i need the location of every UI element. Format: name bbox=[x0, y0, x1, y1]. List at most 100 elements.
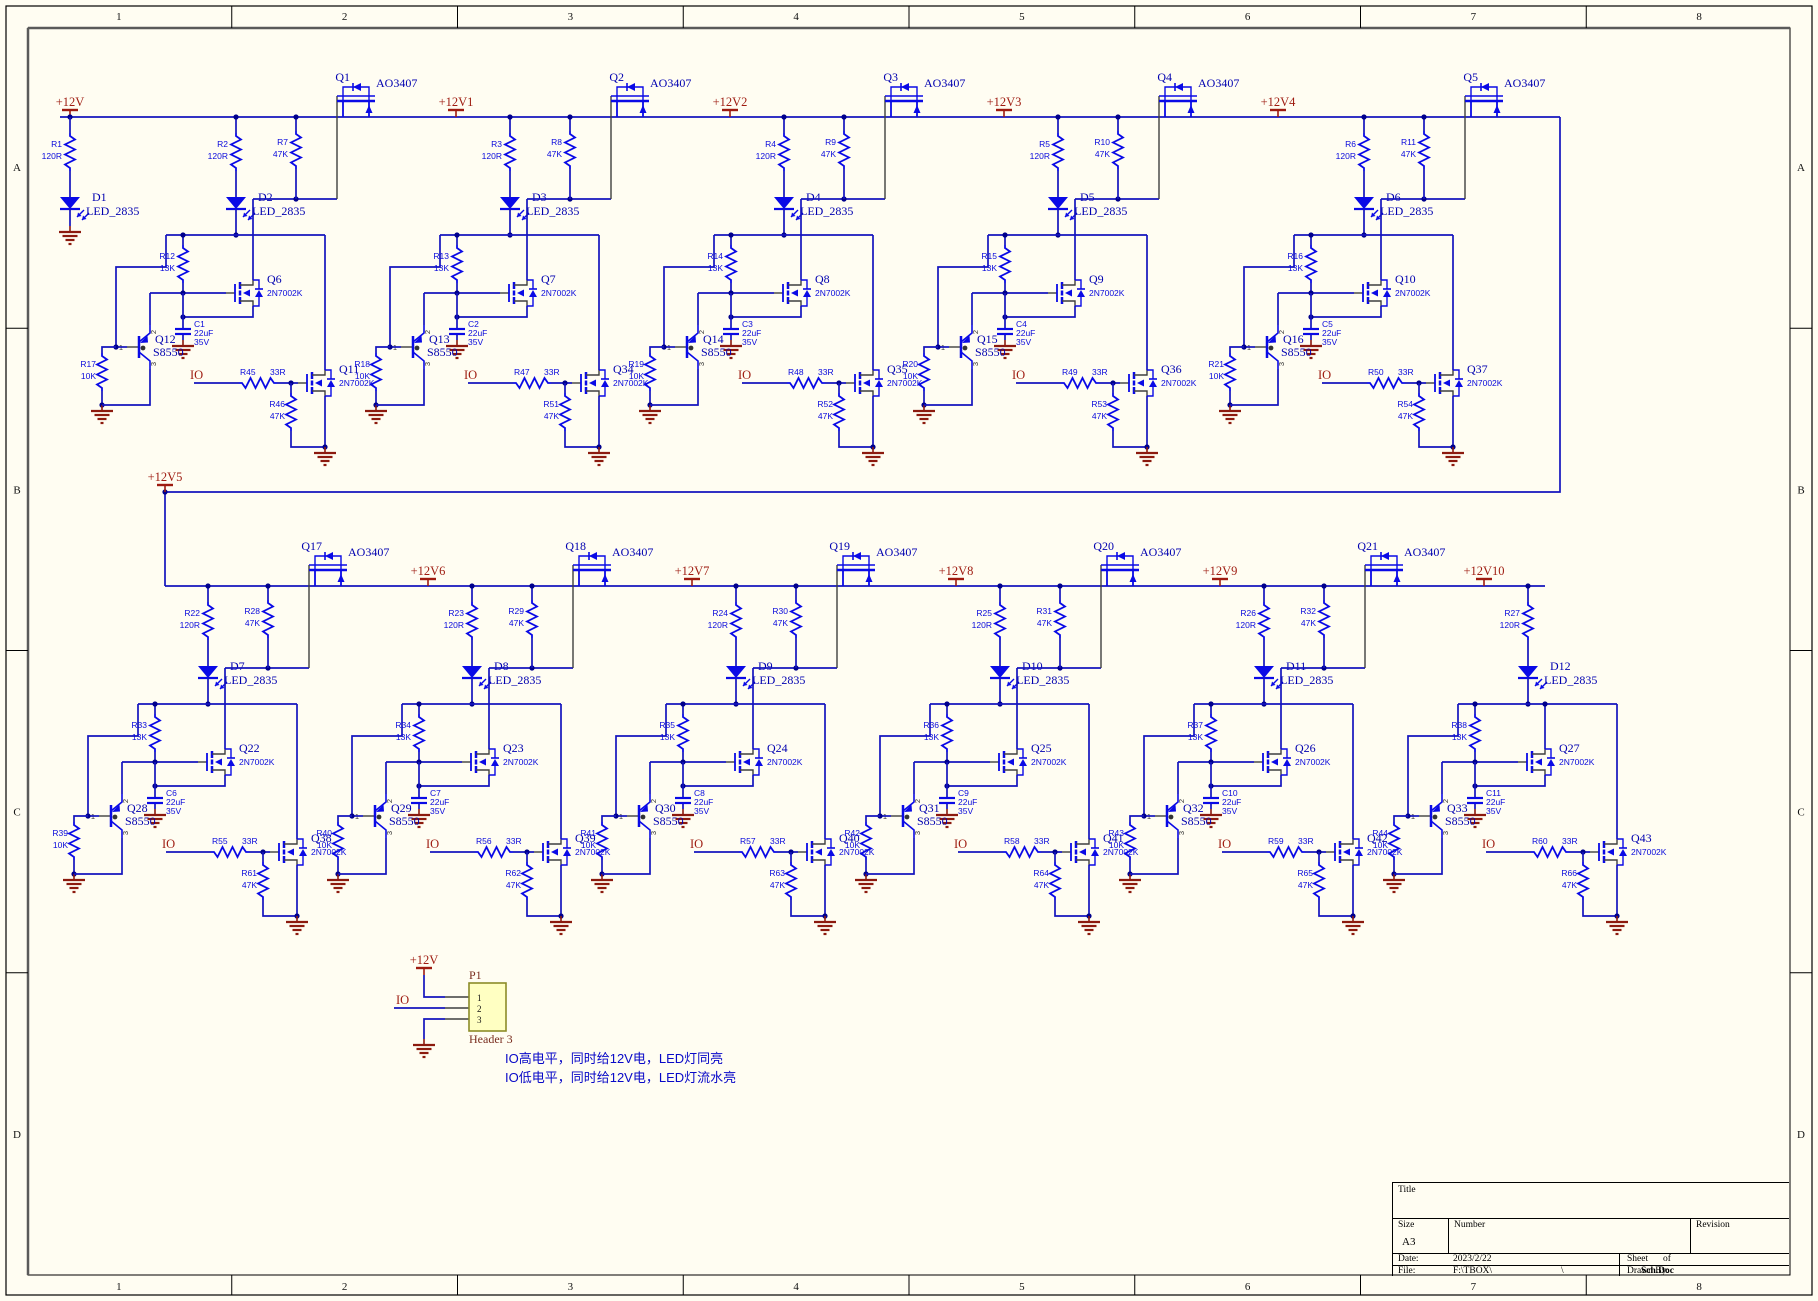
nmos-transistor[interactable]: Q242N7002K bbox=[726, 741, 803, 775]
ground-symbol[interactable] bbox=[588, 447, 610, 465]
nmos-transistor[interactable]: Q82N7002K bbox=[774, 272, 851, 306]
ground-symbol[interactable] bbox=[63, 874, 85, 892]
ground-symbol[interactable] bbox=[862, 447, 884, 465]
ground-symbol[interactable] bbox=[913, 405, 935, 423]
ground-symbol[interactable] bbox=[1219, 405, 1241, 423]
ground-symbol[interactable] bbox=[59, 226, 81, 244]
nmos-transistor[interactable]: Q102N7002K bbox=[1354, 272, 1431, 306]
led[interactable]: D9LED_2835 bbox=[726, 659, 805, 689]
capacitor[interactable]: C222uF35V bbox=[449, 319, 487, 347]
net-label-io[interactable]: IO bbox=[1012, 368, 1025, 382]
power-net-flag[interactable]: +12V6 bbox=[411, 564, 446, 586]
net-label-io[interactable]: IO bbox=[1482, 837, 1495, 851]
ground-symbol[interactable] bbox=[1442, 447, 1464, 465]
pnp-transistor[interactable]: 123Q14S8550 bbox=[667, 325, 732, 369]
net-label-io[interactable]: IO bbox=[464, 368, 477, 382]
nmos-transistor[interactable]: Q252N7002K bbox=[990, 741, 1067, 775]
capacitor[interactable]: C522uF35V bbox=[1303, 319, 1341, 347]
power-net-flag[interactable]: +12V8 bbox=[939, 564, 974, 586]
net-label-io[interactable]: IO bbox=[738, 368, 751, 382]
ground-symbol[interactable] bbox=[327, 874, 349, 892]
ground-symbol[interactable] bbox=[855, 874, 877, 892]
pnp-transistor[interactable]: 123Q31S8550 bbox=[883, 794, 948, 838]
ground-symbol[interactable] bbox=[1078, 916, 1100, 934]
ground-symbol[interactable] bbox=[639, 405, 661, 423]
schematic-sheet[interactable]: 1122334455667788AABBCCDD+12V+12V5R1120RD… bbox=[0, 0, 1818, 1301]
led[interactable]: D3LED_2835 bbox=[500, 190, 579, 220]
capacitor[interactable]: C722uF35V bbox=[411, 788, 449, 816]
nmos-transistor[interactable]: Q62N7002K bbox=[226, 272, 303, 306]
capacitor[interactable]: C422uF35V bbox=[997, 319, 1035, 347]
nmos-transistor[interactable]: Q232N7002K bbox=[462, 741, 539, 775]
capacitor[interactable]: C1022uF35V bbox=[1203, 788, 1241, 816]
capacitor[interactable]: C622uF35V bbox=[147, 788, 185, 816]
pnp-transistor[interactable]: 123Q29S8550 bbox=[355, 794, 420, 838]
power-net-flag[interactable]: +12V4 bbox=[1261, 95, 1297, 117]
pmos-transistor[interactable]: Q20AO3407 bbox=[1093, 539, 1181, 586]
power-net-flag[interactable]: +12V bbox=[56, 95, 85, 117]
nmos-transistor[interactable]: Q422N7002K bbox=[1326, 831, 1403, 865]
capacitor[interactable]: C922uF35V bbox=[939, 788, 977, 816]
pnp-transistor[interactable]: 123Q15S8550 bbox=[941, 325, 1006, 369]
ground-symbol[interactable] bbox=[1119, 874, 1141, 892]
power-net-flag[interactable]: +12V bbox=[410, 953, 439, 975]
led[interactable]: D5LED_2835 bbox=[1048, 190, 1127, 220]
net-label-io[interactable]: IO bbox=[954, 837, 967, 851]
power-net-flag[interactable]: +12V5 bbox=[148, 470, 183, 492]
capacitor[interactable]: C822uF35V bbox=[675, 788, 713, 816]
net-label-io[interactable]: IO bbox=[190, 368, 203, 382]
pnp-transistor[interactable]: 123Q32S8550 bbox=[1147, 794, 1212, 838]
power-net-flag[interactable]: +12V7 bbox=[675, 564, 710, 586]
led[interactable]: D2LED_2835 bbox=[226, 190, 305, 220]
pmos-transistor[interactable]: Q19AO3407 bbox=[829, 539, 917, 586]
nmos-transistor[interactable]: Q372N7002K bbox=[1426, 362, 1503, 396]
net-label-io[interactable]: IO bbox=[1218, 837, 1231, 851]
pnp-transistor[interactable]: 123Q12S8550 bbox=[119, 325, 184, 369]
nmos-transistor[interactable]: Q392N7002K bbox=[534, 831, 611, 865]
nmos-transistor[interactable]: Q432N7002K bbox=[1590, 831, 1667, 865]
pmos-transistor[interactable]: Q2AO3407 bbox=[609, 70, 691, 117]
ground-symbol[interactable] bbox=[1606, 916, 1628, 934]
power-net-flag[interactable]: +12V9 bbox=[1203, 564, 1238, 586]
pmos-transistor[interactable]: Q17AO3407 bbox=[301, 539, 389, 586]
ground-symbol[interactable] bbox=[591, 874, 613, 892]
power-net-flag[interactable]: +12V3 bbox=[987, 95, 1022, 117]
power-net-flag[interactable]: +12V1 bbox=[439, 95, 474, 117]
net-label-io[interactable]: IO bbox=[396, 993, 409, 1007]
pnp-transistor[interactable]: 123Q28S8550 bbox=[91, 794, 156, 838]
nmos-transistor[interactable]: Q272N7002K bbox=[1518, 741, 1595, 775]
nmos-transistor[interactable]: Q382N7002K bbox=[270, 831, 347, 865]
ground-symbol[interactable] bbox=[286, 916, 308, 934]
net-label-io[interactable]: IO bbox=[690, 837, 703, 851]
first-led-branch[interactable]: R1120RD1LED_2835 bbox=[42, 114, 140, 244]
led[interactable]: D12LED_2835 bbox=[1518, 659, 1597, 689]
capacitor[interactable]: C1122uF35V bbox=[1467, 788, 1505, 816]
pmos-transistor[interactable]: Q21AO3407 bbox=[1357, 539, 1445, 586]
pnp-transistor[interactable]: 123Q30S8550 bbox=[619, 794, 684, 838]
nmos-transistor[interactable]: Q412N7002K bbox=[1062, 831, 1139, 865]
nmos-transistor[interactable]: Q222N7002K bbox=[198, 741, 275, 775]
led[interactable]: D1LED_2835 bbox=[60, 190, 139, 220]
ground-symbol[interactable] bbox=[91, 405, 113, 423]
pmos-transistor[interactable]: Q3AO3407 bbox=[883, 70, 965, 117]
led-driver-stage[interactable]: R6120RD6LED_2835R1613KQ102N7002KC522uF35… bbox=[1208, 70, 1545, 465]
power-net-flag[interactable]: +12V2 bbox=[713, 95, 748, 117]
pmos-transistor[interactable]: Q4AO3407 bbox=[1157, 70, 1239, 117]
led[interactable]: D6LED_2835 bbox=[1354, 190, 1433, 220]
pnp-transistor[interactable]: 123Q33S8550 bbox=[1411, 794, 1476, 838]
pmos-transistor[interactable]: Q18AO3407 bbox=[565, 539, 653, 586]
nmos-transistor[interactable]: Q92N7002K bbox=[1048, 272, 1125, 306]
header-body[interactable] bbox=[469, 983, 506, 1031]
capacitor[interactable]: C122uF35V bbox=[175, 319, 213, 347]
led[interactable]: D4LED_2835 bbox=[774, 190, 853, 220]
nmos-transistor[interactable]: Q72N7002K bbox=[500, 272, 577, 306]
nmos-transistor[interactable]: Q262N7002K bbox=[1254, 741, 1331, 775]
pnp-transistor[interactable]: 123Q16S8550 bbox=[1247, 325, 1312, 369]
nmos-transistor[interactable]: Q402N7002K bbox=[798, 831, 875, 865]
net-label-io[interactable]: IO bbox=[426, 837, 439, 851]
schematic-canvas[interactable]: 1122334455667788AABBCCDD+12V+12V5R1120RD… bbox=[0, 0, 1818, 1301]
net-label-io[interactable]: IO bbox=[162, 837, 175, 851]
ground-symbol[interactable] bbox=[1342, 916, 1364, 934]
led[interactable]: D11LED_2835 bbox=[1254, 659, 1333, 689]
led[interactable]: D10LED_2835 bbox=[990, 659, 1069, 689]
